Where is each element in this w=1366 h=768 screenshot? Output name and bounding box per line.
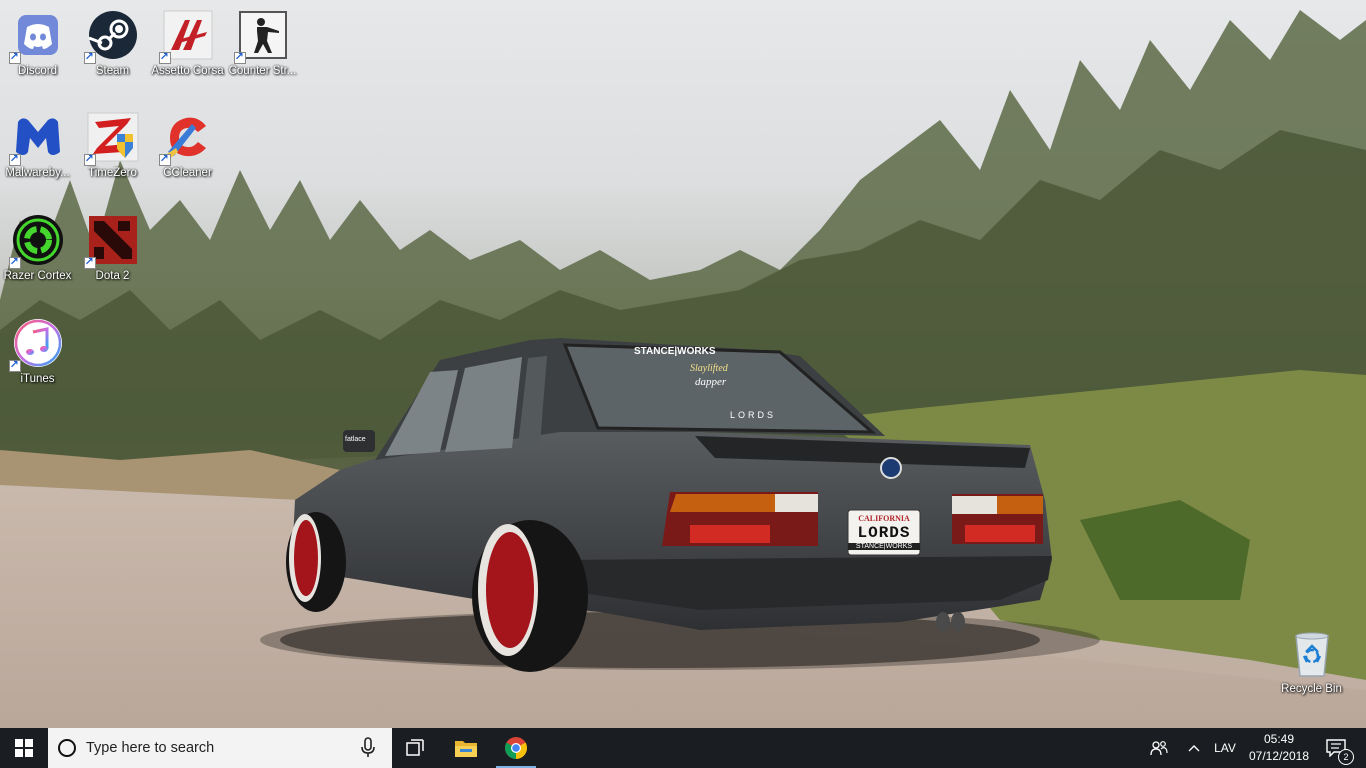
shortcut-arrow-icon (233, 50, 246, 64)
desktop-icon-label: Steam (95, 65, 130, 77)
desktop-icon-label: Recycle Bin (1281, 683, 1342, 695)
chrome-icon (505, 737, 527, 759)
people-icon (1150, 741, 1168, 756)
taskbar-search-box[interactable]: Type here to search (48, 728, 392, 768)
start-button[interactable] (0, 728, 48, 768)
plate-frame-text: STANCE|WORKS (848, 543, 920, 550)
desktop-icon-label: Razer Cortex (3, 270, 72, 282)
desktop-icon-ccleaner[interactable]: CCleaner (150, 104, 225, 180)
desktop-icon-malwarebytes[interactable]: Malwareby... (0, 104, 75, 180)
action-center-button[interactable]: 2 (1316, 728, 1356, 768)
discord-icon (8, 8, 65, 64)
desktop-icon-recycle-bin[interactable]: Recycle Bin (1274, 620, 1349, 696)
dota2-icon (83, 213, 140, 269)
cortana-icon (58, 739, 76, 757)
microphone-icon[interactable] (358, 737, 378, 759)
mirror-sticker: fatlace (345, 436, 366, 443)
desktop-icon-dota2[interactable]: Dota 2 (75, 207, 150, 283)
shortcut-arrow-icon (8, 152, 21, 166)
plate-main-text: LORDS (857, 524, 911, 542)
plate-state-text: CALIFORNIA (858, 514, 910, 523)
search-placeholder: Type here to search (86, 740, 215, 756)
shortcut-arrow-icon (83, 50, 96, 64)
windows-logo-icon (15, 739, 33, 757)
clock-time: 05:49 (1263, 732, 1295, 746)
chrome-taskbar-button[interactable] (492, 728, 540, 768)
recycle-bin-icon (1285, 626, 1339, 680)
input-language-indicator[interactable]: LAV (1208, 728, 1242, 768)
window-sticker-1: STANCE|WORKS (634, 346, 716, 357)
desktop-icon-assetto-corsa[interactable]: Assetto Corsa (150, 2, 225, 78)
desktop-icon-itunes[interactable]: iTunes (0, 310, 75, 386)
counter-strike-icon (233, 8, 290, 64)
notification-count-badge: 2 (1338, 749, 1354, 765)
desktop-icon-label: Assetto Corsa (151, 65, 224, 77)
desktop-icon-label: TimeZero (88, 167, 137, 179)
itunes-icon (8, 316, 65, 372)
clock[interactable]: 05:49 07/12/2018 (1243, 728, 1315, 768)
desktop-icon-label: Malwareby... (5, 167, 70, 179)
task-view-icon (406, 739, 424, 756)
desktop-icon-timezero[interactable]: TimeZero (75, 104, 150, 180)
shortcut-arrow-icon (158, 152, 171, 166)
window-sticker-3: dapper (695, 376, 727, 388)
desktop-icon-label: Discord (18, 65, 57, 77)
steam-icon (83, 8, 140, 64)
shortcut-arrow-icon (8, 358, 21, 372)
timezero-icon (83, 110, 140, 166)
show-hidden-icons-button[interactable] (1181, 728, 1207, 768)
chevron-up-icon (1188, 745, 1200, 752)
desktop-icon-steam[interactable]: Steam (75, 2, 150, 78)
folder-icon (455, 741, 477, 757)
malwarebytes-icon (8, 110, 65, 166)
desktop-icon-discord[interactable]: Discord (0, 2, 75, 78)
desktop-icon-label: Counter Str... (228, 65, 297, 77)
assetto-corsa-icon (158, 8, 215, 64)
shortcut-arrow-icon (8, 255, 21, 269)
window-sticker-2: Slaylifted (690, 363, 728, 374)
desktop-icon-counter-strike[interactable]: Counter Str... (225, 2, 300, 78)
window-sticker-4: LORDS (730, 410, 777, 420)
desktop-icon-label: CCleaner (163, 167, 212, 179)
shortcut-arrow-icon (8, 50, 21, 64)
desktop-icon-label: iTunes (20, 373, 55, 385)
taskbar: Type here to search LAV 05:49 07/12/2018… (0, 728, 1366, 768)
desktop-icon-razer-cortex[interactable]: Razer Cortex (0, 207, 75, 283)
shortcut-arrow-icon (158, 50, 171, 64)
shortcut-arrow-icon (83, 255, 96, 269)
desktop-icon-label: Dota 2 (95, 270, 130, 282)
razer-cortex-icon (8, 213, 65, 269)
file-explorer-button[interactable] (442, 728, 490, 768)
clock-date: 07/12/2018 (1248, 749, 1310, 763)
people-button[interactable] (1145, 728, 1173, 768)
task-view-button[interactable] (392, 728, 440, 768)
ccleaner-icon (158, 110, 215, 166)
shortcut-arrow-icon (83, 152, 96, 166)
